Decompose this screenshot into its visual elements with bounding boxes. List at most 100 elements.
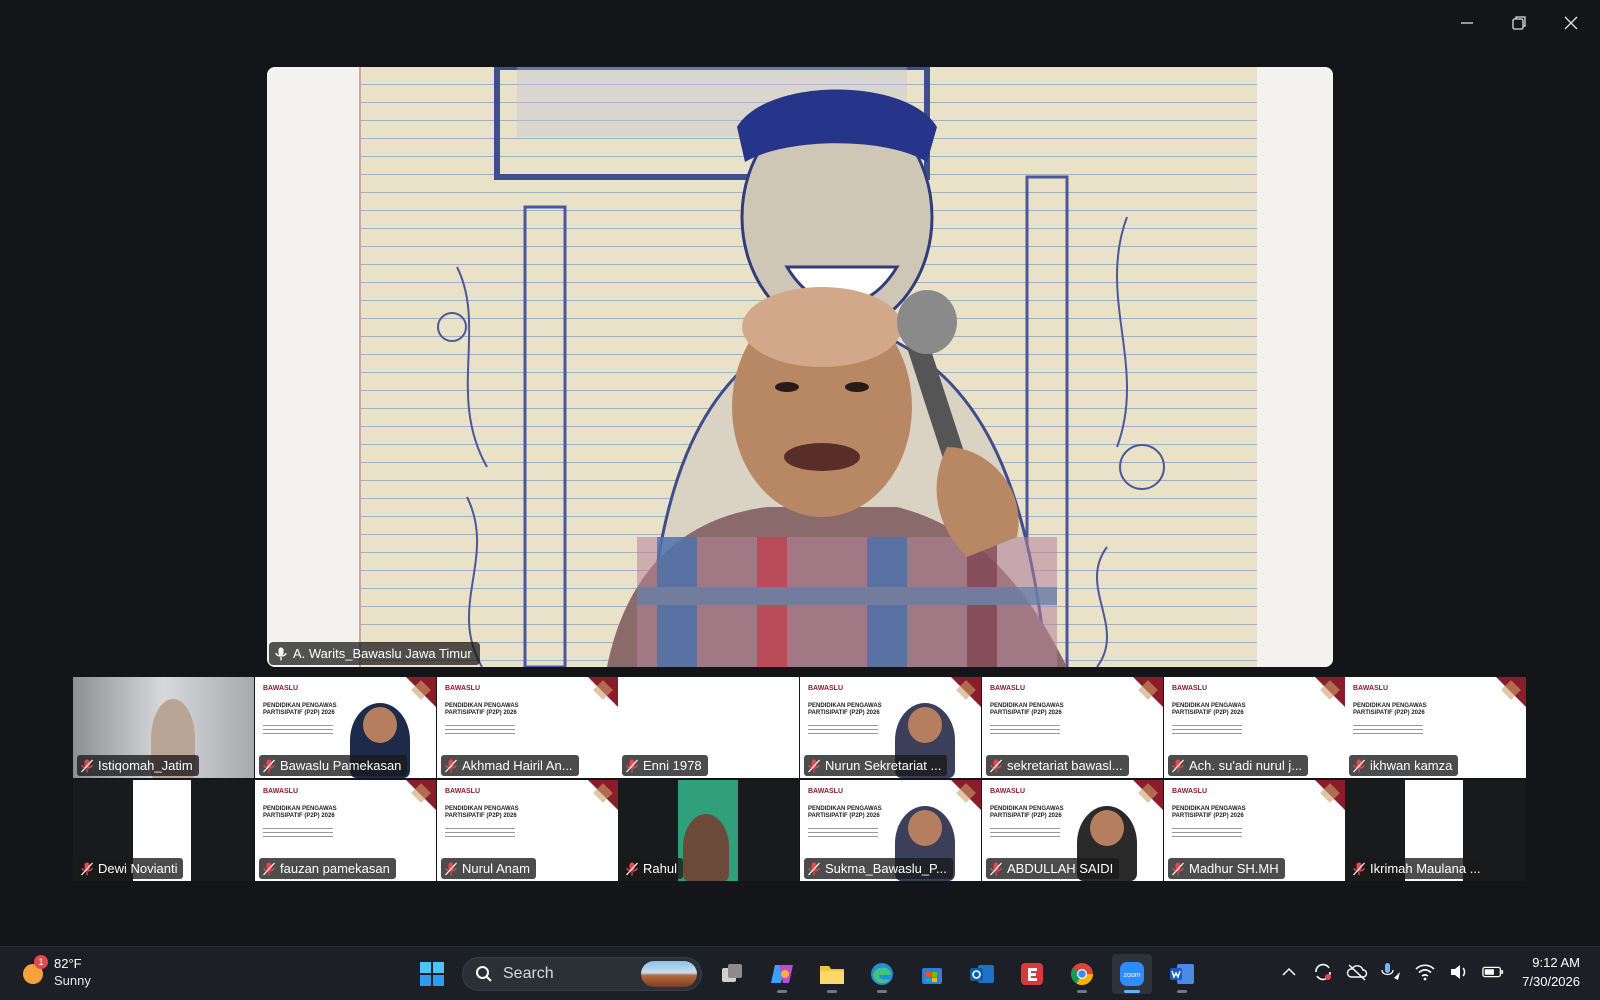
e-app-button[interactable] [1012, 954, 1052, 994]
slide-logo: BAWASLU [808, 685, 843, 692]
participant-name: Enni 1978 [643, 758, 702, 773]
participant-name-label: Istiqomah_Jatim [77, 755, 199, 776]
sun-icon: 1 [20, 955, 48, 985]
participant-name: Nurun Sekretariat ... [825, 758, 942, 773]
mic-muted-icon [1353, 759, 1365, 772]
participant-tile[interactable]: Istiqomah_Jatim [73, 677, 254, 778]
participant-tile[interactable]: BAWASLU PENDIDIKAN PENGAWAS PARTISIPATIF … [800, 780, 981, 881]
participant-tile[interactable]: BAWASLU PENDIDIKAN PENGAWAS PARTISIPATIF … [437, 677, 618, 778]
slide-logo: BAWASLU [990, 788, 1025, 795]
mic-muted-icon [1172, 759, 1184, 772]
file-explorer-button[interactable] [812, 954, 852, 994]
slide-text-lines [990, 725, 1060, 737]
mic-muted-icon [626, 862, 638, 875]
mic-muted-icon [1353, 862, 1365, 875]
participant-tile[interactable]: BAWASLU PENDIDIKAN PENGAWAS PARTISIPATIF … [255, 677, 436, 778]
running-indicator [827, 990, 837, 993]
system-tray: 9:12 AM 7/30/2026 [1278, 953, 1580, 991]
participant-name: Rahul [643, 861, 677, 876]
participant-name-label: Nurun Sekretariat ... [804, 755, 948, 776]
wifi-tray-button[interactable] [1414, 961, 1436, 983]
participant-tile[interactable]: BAWASLU PENDIDIKAN PENGAWAS PARTISIPATIF … [1164, 677, 1345, 778]
participant-face [908, 707, 942, 743]
participant-name-label: fauzan pamekasan [259, 858, 396, 879]
active-speaker-video[interactable]: A. Warits_Bawaslu Jawa Timur [267, 67, 1333, 667]
running-indicator [777, 990, 787, 993]
store-button[interactable] [912, 954, 952, 994]
participant-name-label: Nurul Anam [441, 858, 536, 879]
chevron-up-icon [1282, 967, 1296, 976]
participant-tile[interactable]: BAWASLU PENDIDIKAN PENGAWAS PARTISIPATIF … [255, 780, 436, 881]
outlook-button[interactable] [962, 954, 1002, 994]
running-indicator [1177, 990, 1187, 993]
participant-tile[interactable]: BAWASLU PENDIDIKAN PENGAWAS PARTISIPATIF … [982, 780, 1163, 881]
participant-name: Sukma_Bawaslu_P... [825, 861, 947, 876]
window-controls [1456, 12, 1582, 34]
participant-tile[interactable]: BAWASLU PENDIDIKAN PENGAWAS PARTISIPATIF … [1164, 780, 1345, 881]
slide-logo: BAWASLU [263, 685, 298, 692]
participant-name-label: Sukma_Bawaslu_P... [804, 858, 953, 879]
participant-tile[interactable]: Enni 1978 [618, 677, 799, 778]
participant-name: Ach. su'adi nurul j... [1189, 758, 1303, 773]
zoom-button[interactable]: zoom [1112, 954, 1152, 994]
svg-text:zoom: zoom [1123, 972, 1140, 979]
slide-title: PENDIDIKAN PENGAWAS PARTISIPATIF (P2P) 2… [263, 703, 337, 716]
close-button[interactable] [1560, 12, 1582, 34]
participant-name: Bawaslu Pamekasan [280, 758, 402, 773]
show-hidden-icons-button[interactable] [1278, 961, 1300, 983]
mic-muted-icon [445, 759, 457, 772]
participant-name: Nurul Anam [462, 861, 530, 876]
participant-name: Ikrimah Maulana ... [1370, 861, 1481, 876]
participant-name-label: ABDULLAH SAIDI [986, 858, 1120, 879]
slide-logo: BAWASLU [445, 685, 480, 692]
clock[interactable]: 9:12 AM 7/30/2026 [1522, 953, 1580, 991]
microphone-tray-button[interactable] [1380, 961, 1402, 983]
running-indicator [877, 990, 887, 993]
mic-on-icon [275, 647, 287, 660]
mic-muted-icon [808, 862, 820, 875]
participant-name-label: Rahul [622, 858, 683, 879]
sync-tray-button[interactable] [1312, 961, 1334, 983]
participant-tile[interactable]: BAWASLU PENDIDIKAN PENGAWAS PARTISIPATIF … [982, 677, 1163, 778]
slide-text-lines [990, 828, 1060, 840]
participant-person [683, 814, 729, 881]
edge-button[interactable] [862, 954, 902, 994]
slide-logo: BAWASLU [1172, 788, 1207, 795]
copilot-button[interactable] [762, 954, 802, 994]
participant-tile[interactable]: Ikrimah Maulana ... [1345, 780, 1526, 881]
folder-icon [820, 966, 844, 984]
slide-text-lines [263, 828, 333, 840]
participant-tile[interactable]: BAWASLU PENDIDIKAN PENGAWAS PARTISIPATIF … [1345, 677, 1526, 778]
sync-icon [1315, 963, 1332, 981]
weather-widget[interactable]: 1 82°F Sunny [20, 955, 91, 989]
minimize-button[interactable] [1456, 12, 1478, 34]
volume-tray-button[interactable] [1448, 961, 1470, 983]
chrome-button[interactable] [1062, 954, 1102, 994]
mic-muted-icon [1172, 862, 1184, 875]
battery-tray-button[interactable] [1482, 961, 1504, 983]
mic-muted-icon [263, 759, 275, 772]
mic-muted-icon [626, 759, 638, 772]
participant-tile[interactable]: Dewi Novianti [73, 780, 254, 881]
cloud-tray-button[interactable] [1346, 961, 1368, 983]
store-icon [922, 968, 942, 984]
participant-tile[interactable]: Rahul [618, 780, 799, 881]
running-indicator [1077, 990, 1087, 993]
restore-button[interactable] [1508, 12, 1530, 34]
slide-logo: BAWASLU [1172, 685, 1207, 692]
participant-tile[interactable]: BAWASLU PENDIDIKAN PENGAWAS PARTISIPATIF … [800, 677, 981, 778]
start-button[interactable] [412, 954, 452, 994]
participant-name: Dewi Novianti [98, 861, 178, 876]
participant-tile[interactable]: BAWASLU PENDIDIKAN PENGAWAS PARTISIPATIF … [437, 780, 618, 881]
word-button[interactable] [1162, 954, 1202, 994]
slide-text-lines [445, 725, 515, 737]
taskbar-search[interactable]: Search [462, 957, 702, 991]
edge-icon [871, 963, 893, 985]
outlook-icon [970, 965, 994, 983]
slide-title: PENDIDIKAN PENGAWAS PARTISIPATIF (P2P) 2… [1353, 703, 1427, 716]
participant-name-label: Akhmad Hairil An... [441, 755, 579, 776]
mic-muted-icon [445, 862, 457, 875]
zoom-window: A. Warits_Bawaslu Jawa Timur Istiqomah_J… [0, 0, 1600, 946]
task-view-button[interactable] [712, 954, 752, 994]
slide-logo: BAWASLU [808, 788, 843, 795]
